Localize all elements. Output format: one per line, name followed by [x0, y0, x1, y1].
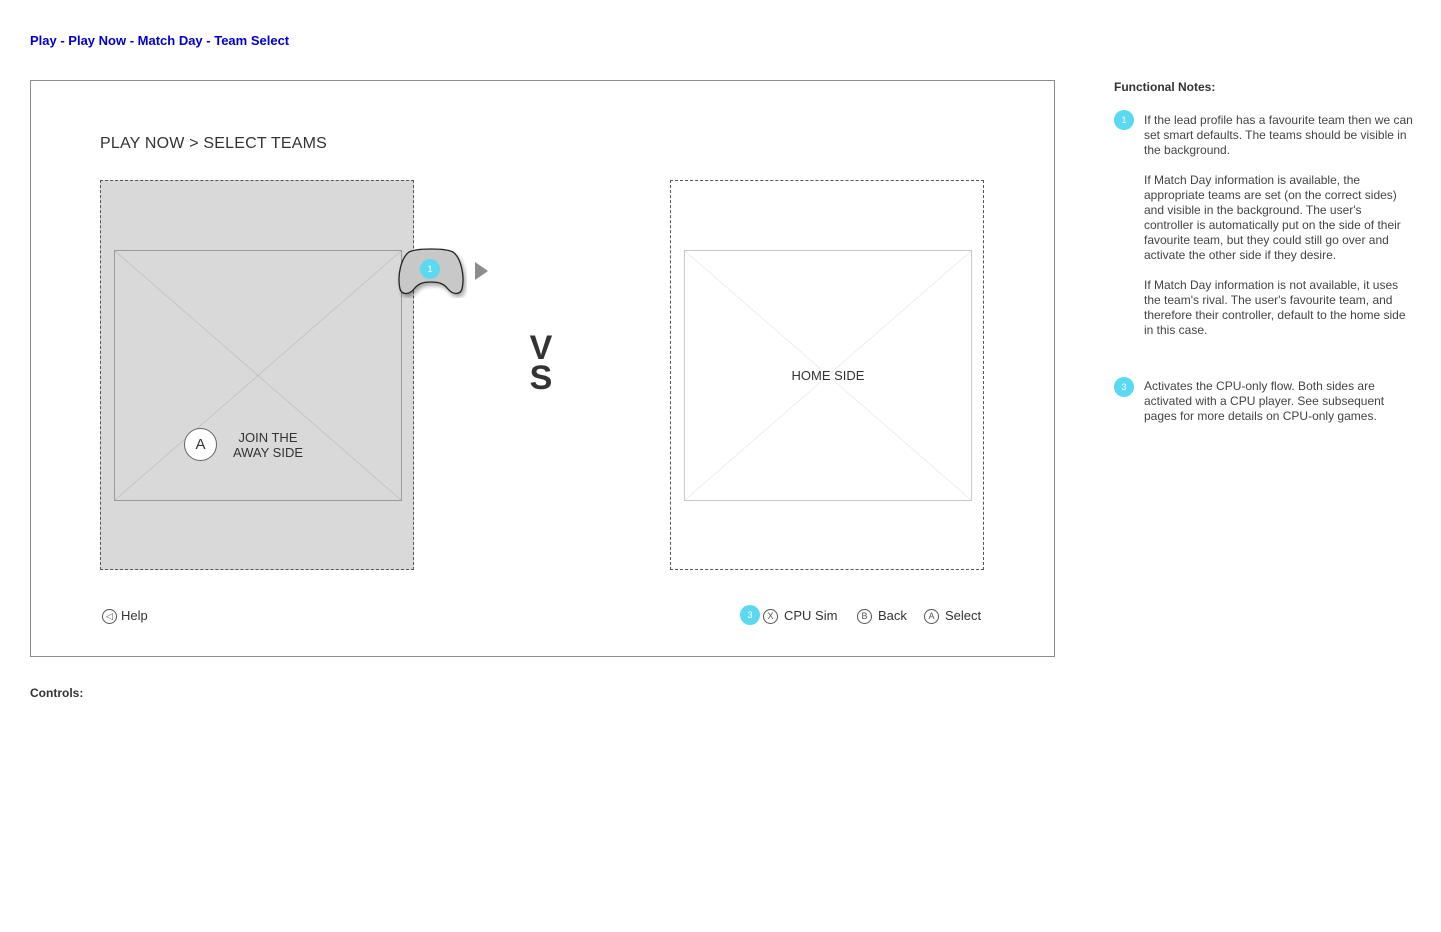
- note-3-badge: 3: [740, 605, 760, 625]
- vs-letter-s: S: [529, 359, 553, 397]
- versus-label: V S: [526, 331, 556, 397]
- a-button-icon: A: [924, 609, 939, 625]
- functional-notes-title: Functional Notes:: [1114, 80, 1216, 94]
- note-3-text: Activates the CPU-only flow. Both sides …: [1144, 379, 1414, 439]
- join-away-side-label: JOIN THE AWAY SIDE: [219, 430, 317, 460]
- away-side-panel[interactable]: A JOIN THE AWAY SIDE: [100, 180, 414, 570]
- home-side-label: HOME SIDE: [791, 368, 865, 383]
- breadcrumb[interactable]: Play - Play Now - Match Day - Team Selec…: [30, 33, 289, 48]
- help-button[interactable]: ◁ Help: [102, 608, 148, 625]
- note-3-marker: 3: [1114, 377, 1134, 397]
- note-1-text: If the lead profile has a favourite team…: [1144, 113, 1414, 353]
- move-right-arrow-icon[interactable]: [475, 262, 488, 280]
- away-team-image-placeholder: A JOIN THE AWAY SIDE: [114, 250, 402, 501]
- screen-title: PLAY NOW > SELECT TEAMS: [100, 135, 328, 152]
- note-paragraph: If the lead profile has a favourite team…: [1144, 113, 1413, 157]
- controls-title: Controls:: [30, 686, 84, 700]
- select-label: Select: [945, 608, 982, 623]
- back-trigger-icon: ◁: [102, 609, 117, 625]
- b-button-icon: B: [857, 609, 872, 625]
- wireframe-screen: PLAY NOW > SELECT TEAMS A JOIN THE AWAY …: [30, 80, 1055, 657]
- back-label: Back: [878, 608, 907, 623]
- select-button[interactable]: A Select: [924, 608, 982, 625]
- a-button-icon[interactable]: A: [184, 428, 217, 461]
- note-1-marker: 1: [1114, 110, 1134, 130]
- note-paragraph: If Match Day information is available, t…: [1144, 173, 1401, 262]
- note-paragraph: If Match Day information is not availabl…: [1144, 278, 1406, 337]
- home-team-image-placeholder: HOME SIDE: [684, 250, 972, 501]
- note-paragraph: Activates the CPU-only flow. Both sides …: [1144, 379, 1385, 423]
- back-button[interactable]: B Back: [857, 608, 907, 625]
- note-1-badge: 1: [420, 259, 440, 279]
- help-label: Help: [121, 608, 148, 623]
- home-side-panel[interactable]: HOME SIDE: [670, 180, 984, 570]
- cpu-sim-button[interactable]: X CPU Sim: [763, 608, 838, 625]
- x-button-icon: X: [763, 609, 778, 625]
- cpu-sim-label: CPU Sim: [784, 608, 838, 623]
- join-label-line1: JOIN THE: [238, 430, 298, 445]
- join-label-line2: AWAY SIDE: [232, 445, 304, 460]
